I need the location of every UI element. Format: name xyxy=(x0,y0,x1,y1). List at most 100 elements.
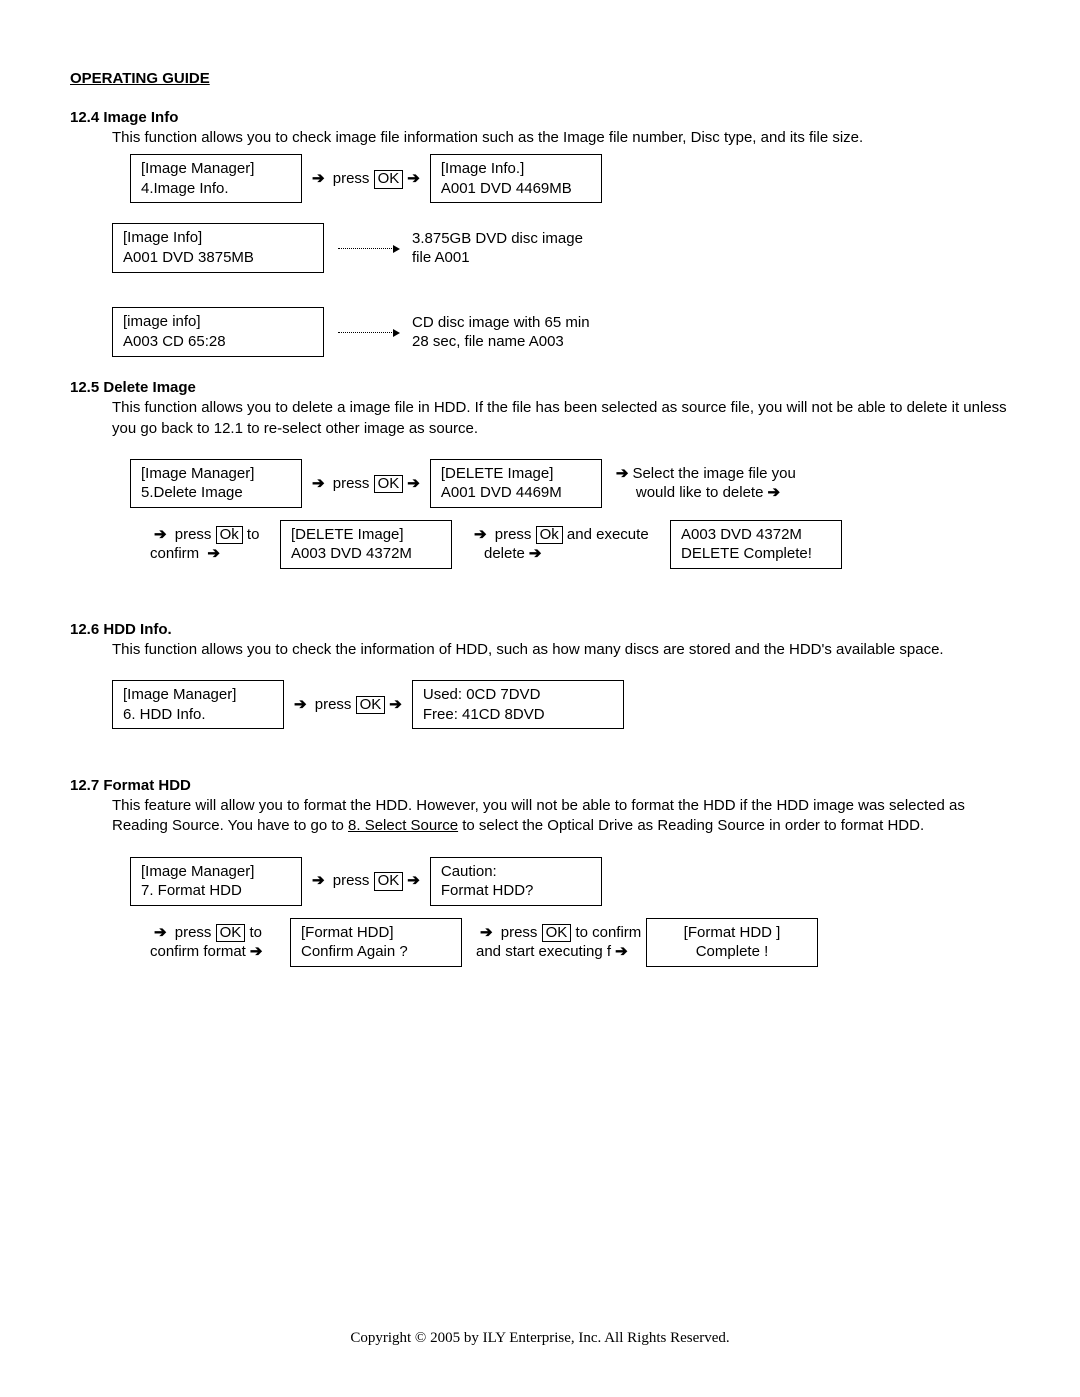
lcd-box: [DELETE Image] A003 DVD 4372M xyxy=(280,520,452,569)
step-span: press xyxy=(171,526,216,543)
arrow-icon: ➔ xyxy=(529,545,542,562)
lcd-line: Confirm Again ? xyxy=(301,942,451,962)
lcd-line: [DELETE Image] xyxy=(291,525,441,545)
note-line: file A001 xyxy=(412,248,583,268)
lcd-box: [Image Info] A001 DVD 3875MB xyxy=(112,223,324,273)
lcd-line: A003 DVD 4372M xyxy=(291,544,441,564)
lcd-box: [DELETE Image] A001 DVD 4469M xyxy=(430,459,602,508)
step-span: press xyxy=(497,924,542,941)
text-span: to select the Optical Drive as Reading S… xyxy=(458,817,924,834)
arrow-icon: ➔ xyxy=(407,872,420,889)
flow-127-row1: [Image Manager] 7. Format HDD ➔ press OK… xyxy=(130,857,1010,906)
lcd-line: A003 DVD 4372M xyxy=(681,525,831,545)
press-ok: ➔ press OK➔ xyxy=(290,695,406,715)
note-line: ➔Select the image file you xyxy=(612,464,796,484)
arrow-icon: ➔ xyxy=(312,475,325,492)
press-text: press xyxy=(329,170,374,187)
press-text: press xyxy=(329,475,374,492)
note-line: 3.875GB DVD disc image xyxy=(412,229,583,249)
arrow-icon: ➔ xyxy=(312,872,325,889)
dotted-arrow-icon xyxy=(338,248,398,249)
step-line: and start executing f➔ xyxy=(476,942,646,962)
press-ok: ➔ press OK➔ xyxy=(308,169,424,189)
arrow-icon: ➔ xyxy=(207,545,220,562)
flow-124-row1: [Image Manager] 4.Image Info. ➔ press OK… xyxy=(130,154,1010,203)
lcd-box: [Image Manager] 5.Delete Image xyxy=(130,459,302,508)
step-span: delete xyxy=(484,545,525,562)
lcd-line: Caution: xyxy=(441,862,591,882)
step-span: to confirm xyxy=(571,924,641,941)
section-125-text: This function allows you to delete a ima… xyxy=(112,398,1010,439)
lcd-box: [Image Manager] 7. Format HDD xyxy=(130,857,302,906)
step-text: ➔ press Ok and execute delete➔ xyxy=(470,525,670,564)
link-text: 8. Select Source xyxy=(348,817,458,834)
step-line: delete➔ xyxy=(470,544,670,564)
lcd-line: Used: 0CD 7DVD xyxy=(423,685,613,705)
arrow-icon: ➔ xyxy=(480,924,493,941)
lcd-line: [Image Manager] xyxy=(141,464,291,484)
lcd-line: [Image Info.] xyxy=(441,159,591,179)
page-title: OPERATING GUIDE xyxy=(70,70,1010,87)
ok-key: OK xyxy=(216,924,246,943)
step-span: to xyxy=(243,526,260,543)
flow-126-row1: [Image Manager] 6. HDD Info. ➔ press OK➔… xyxy=(112,680,1010,729)
lcd-box: [Format HDD] Confirm Again ? xyxy=(290,918,462,967)
press-ok: ➔ press OK➔ xyxy=(308,474,424,494)
lcd-line: A001 DVD 3875MB xyxy=(123,248,313,268)
flow-125-row1: [Image Manager] 5.Delete Image ➔ press O… xyxy=(130,459,1010,508)
step-span: confirm format xyxy=(150,943,246,960)
section-125-head: 12.5 Delete Image xyxy=(70,379,1010,396)
lcd-box: [Image Manager] 6. HDD Info. xyxy=(112,680,284,729)
ok-key: OK xyxy=(374,170,404,189)
lcd-box: A003 DVD 4372M DELETE Complete! xyxy=(670,520,842,569)
ok-key: OK xyxy=(374,872,404,891)
flow-125-row2: ➔ press Ok to confirm ➔ [DELETE Image] A… xyxy=(150,520,1010,569)
lcd-line: A001 DVD 4469M xyxy=(441,483,591,503)
flow-124-row2: [Image Info] A001 DVD 3875MB 3.875GB DVD… xyxy=(112,223,1010,273)
step-text: ➔ press OK to confirm and start executin… xyxy=(476,923,646,962)
arrow-icon: ➔ xyxy=(616,465,629,482)
ok-key: Ok xyxy=(536,526,563,545)
section-124-text: This function allows you to check image … xyxy=(112,128,1010,148)
ok-key: OK xyxy=(356,696,386,715)
section-126-text: This function allows you to check the in… xyxy=(112,640,1010,660)
step-span: and execute xyxy=(563,526,649,543)
section-126-head: 12.6 HDD Info. xyxy=(70,621,1010,638)
flow-127-row2: ➔ press OK to confirm format➔ [Format HD… xyxy=(150,918,1010,967)
press-ok: ➔ press OK➔ xyxy=(308,871,424,891)
lcd-line: Free: 41CD 8DVD xyxy=(423,705,613,725)
note-text: 3.875GB DVD disc image file A001 xyxy=(412,229,583,268)
lcd-line: [Image Manager] xyxy=(141,159,291,179)
footer-copyright: Copyright © 2005 by ILY Enterprise, Inc.… xyxy=(0,1330,1080,1347)
arrow-icon: ➔ xyxy=(407,170,420,187)
step-span: press xyxy=(491,526,536,543)
flow-124-row3: [image info] A003 CD 65:28 CD disc image… xyxy=(112,307,1010,357)
lcd-box: Caution: Format HDD? xyxy=(430,857,602,906)
note-line: 28 sec, file name A003 xyxy=(412,332,590,352)
lcd-line: 5.Delete Image xyxy=(141,483,291,503)
step-line: confirm ➔ xyxy=(150,544,280,564)
arrow-icon: ➔ xyxy=(407,475,420,492)
lcd-line: [Format HDD ] xyxy=(657,923,807,943)
step-span: to xyxy=(245,924,262,941)
lcd-line: Complete ! xyxy=(657,942,807,962)
note-span: Select the image file you xyxy=(632,465,795,482)
arrow-icon: ➔ xyxy=(154,924,167,941)
lcd-box: Used: 0CD 7DVD Free: 41CD 8DVD xyxy=(412,680,624,729)
step-line: ➔ press OK to xyxy=(150,923,290,943)
lcd-line: [Image Info] xyxy=(123,228,313,248)
arrow-icon: ➔ xyxy=(389,696,402,713)
note-line: would like to delete➔ xyxy=(612,483,796,503)
lcd-box: [Format HDD ] Complete ! xyxy=(646,918,818,967)
arrow-icon: ➔ xyxy=(250,943,263,960)
section-127-text: This feature will allow you to format th… xyxy=(112,796,1010,837)
lcd-line: A001 DVD 4469MB xyxy=(441,179,591,199)
step-text: ➔ press OK to confirm format➔ xyxy=(150,923,290,962)
lcd-line: DELETE Complete! xyxy=(681,544,831,564)
lcd-box: [Image Info.] A001 DVD 4469MB xyxy=(430,154,602,203)
lcd-line: [image info] xyxy=(123,312,313,332)
step-line: confirm format➔ xyxy=(150,942,290,962)
press-text: press xyxy=(311,696,356,713)
arrow-icon: ➔ xyxy=(312,170,325,187)
step-line: ➔ press Ok and execute xyxy=(470,525,670,545)
